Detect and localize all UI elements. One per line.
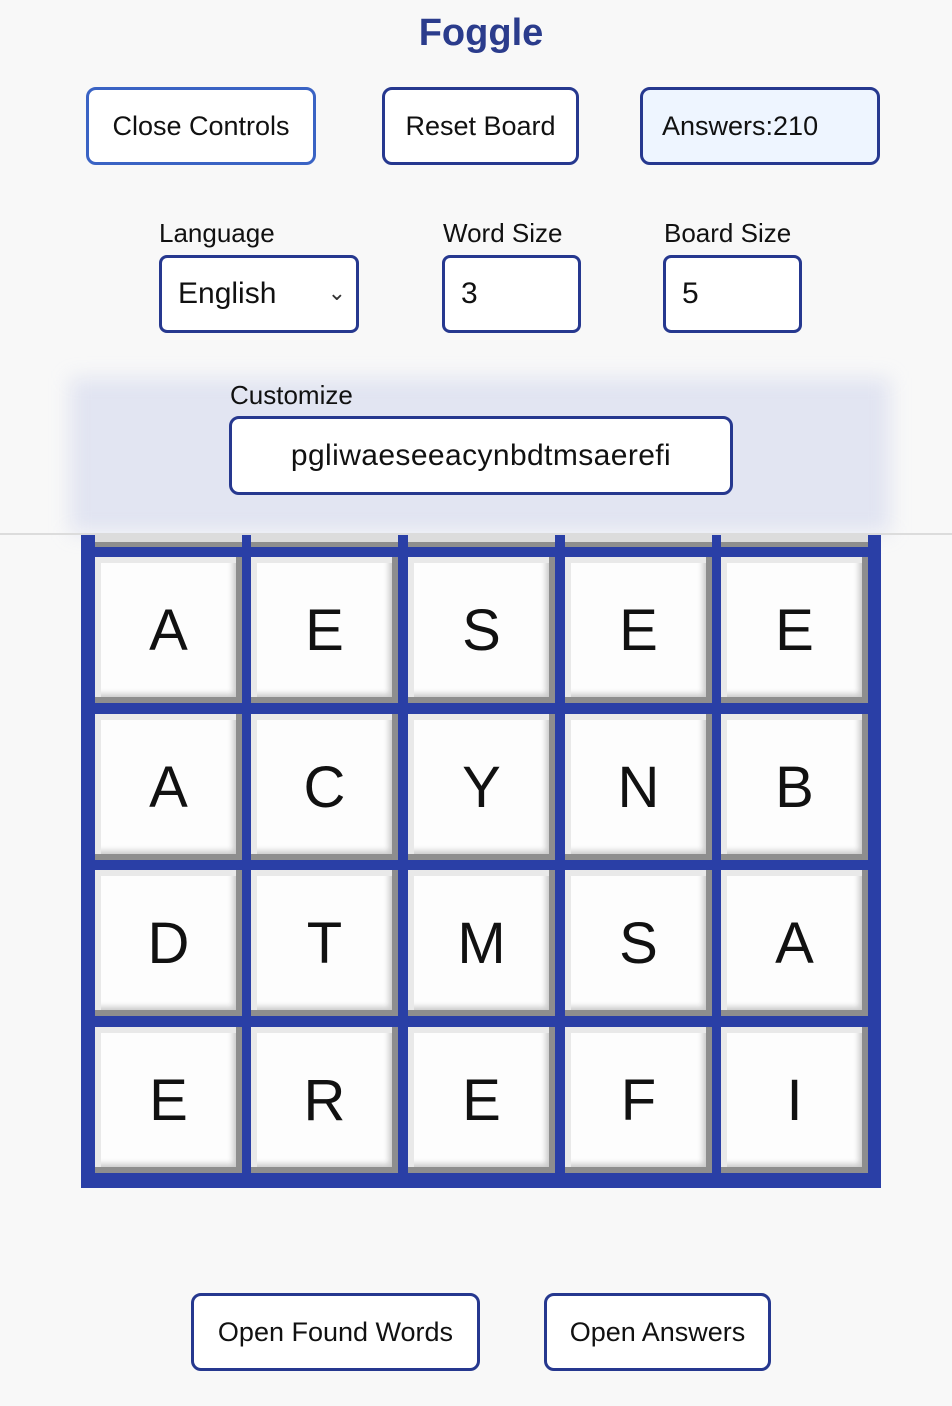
hidden-tile-edge (565, 535, 712, 547)
letter-tile[interactable]: E (565, 557, 712, 703)
letter-tile[interactable]: E (251, 557, 398, 703)
open-found-words-button[interactable]: Open Found Words (191, 1293, 480, 1371)
language-select[interactable]: English ⌄ (159, 255, 359, 333)
customize-input[interactable]: pgliwaeseeacynbdtmsaerefi (229, 416, 733, 495)
hidden-tile-edge (95, 535, 242, 547)
letter-tile[interactable]: F (565, 1027, 712, 1173)
letter-tile[interactable]: D (95, 870, 242, 1016)
letter-tile[interactable]: B (721, 714, 868, 860)
app-title: Foggle (418, 12, 544, 54)
letter-tile[interactable]: S (565, 870, 712, 1016)
hidden-tile-edge (408, 535, 555, 547)
letter-tile[interactable]: E (408, 1027, 555, 1173)
open-answers-button[interactable]: Open Answers (544, 1293, 771, 1371)
word-size-input[interactable]: 3 (442, 255, 581, 333)
letter-tile[interactable]: I (721, 1027, 868, 1173)
letter-tile[interactable]: A (95, 557, 242, 703)
letter-tile[interactable]: Y (408, 714, 555, 860)
letter-tile[interactable]: R (251, 1027, 398, 1173)
chevron-down-icon: ⌄ (327, 280, 346, 305)
letter-tile[interactable]: A (95, 714, 242, 860)
letter-tile[interactable]: S (408, 557, 555, 703)
language-value: English (178, 277, 277, 310)
reset-board-button[interactable]: Reset Board (382, 87, 579, 165)
board-size-label: Board Size (664, 218, 792, 248)
letter-tile[interactable]: E (721, 557, 868, 703)
letter-tile[interactable]: E (95, 1027, 242, 1173)
hidden-tile-edge (251, 535, 398, 547)
letter-tile[interactable]: T (251, 870, 398, 1016)
language-label: Language (159, 218, 275, 248)
customize-label: Customize (230, 380, 353, 410)
hidden-tile-edge (721, 535, 868, 547)
word-size-label: Word Size (443, 218, 563, 248)
letter-tile[interactable]: M (408, 870, 555, 1016)
close-controls-button[interactable]: Close Controls (86, 87, 316, 165)
answers-count-button[interactable]: Answers:210 (640, 87, 880, 165)
board-size-input[interactable]: 5 (663, 255, 802, 333)
letter-tile[interactable]: A (721, 870, 868, 1016)
letter-tile[interactable]: N (565, 714, 712, 860)
letter-tile[interactable]: C (251, 714, 398, 860)
game-board: AESEEACYNBDTMSAEREFI (81, 535, 881, 1188)
